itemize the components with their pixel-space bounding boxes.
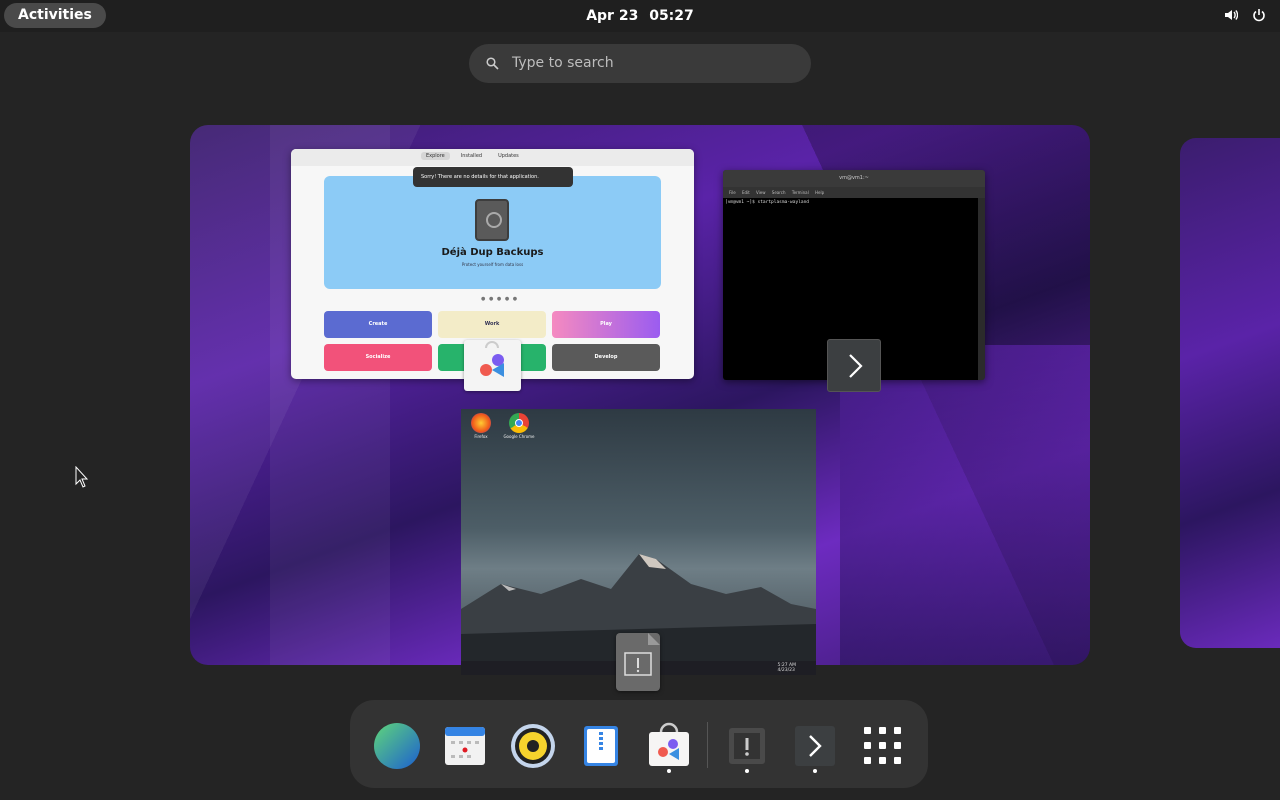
calendar-icon[interactable] [441, 722, 489, 770]
power-icon[interactable] [1252, 8, 1266, 22]
volume-icon[interactable] [1224, 8, 1238, 22]
clock-time: 05:27 [649, 8, 694, 24]
search-icon [486, 57, 499, 70]
app-grid-icon[interactable] [859, 722, 907, 770]
software-dock-icon[interactable] [645, 722, 693, 770]
featured-title: Déjà Dup Backups [441, 247, 544, 258]
error-toast: Sorry! There are no details for that app… [413, 167, 573, 187]
terminal-prompt: [vm@vm1 ~]$ startplasma-wayland [725, 200, 809, 205]
software-headerbar: Explore Installed Updates [291, 149, 694, 166]
terminal-icon [827, 339, 881, 392]
category-socialize[interactable]: Socialize [324, 344, 432, 371]
files-icon[interactable] [577, 722, 625, 770]
terminal-menubar[interactable]: File Edit View Search Terminal Help [723, 187, 985, 198]
search-entry[interactable]: Type to search [469, 44, 811, 83]
clock-date: Apr 23 [586, 8, 639, 24]
search-placeholder: Type to search [512, 55, 614, 71]
top-bar: Activities Apr 23 05:27 [0, 0, 1280, 32]
chrome-icon[interactable] [509, 413, 529, 433]
category-work[interactable]: Work [438, 311, 546, 338]
running-indicator [745, 769, 749, 773]
tab-installed[interactable]: Installed [456, 152, 487, 160]
deja-dup-icon [475, 199, 509, 241]
dock [350, 700, 928, 788]
running-indicator [813, 769, 817, 773]
firefox-icon[interactable] [471, 413, 491, 433]
featured-subtitle: Protect yourself from data loss [461, 262, 524, 267]
mouse-pointer-icon [75, 466, 89, 488]
clock[interactable]: Apr 23 05:27 [560, 0, 720, 32]
warning-dock-icon[interactable] [723, 722, 771, 770]
desktop-clock-date: 4/23/23 [777, 668, 795, 673]
tab-explore[interactable]: Explore [421, 152, 450, 160]
workspace-next[interactable] [1180, 138, 1280, 648]
featured-banner[interactable]: Déjà Dup Backups Protect yourself from d… [324, 176, 661, 289]
rhythmbox-icon[interactable] [509, 722, 557, 770]
terminal-dock-icon[interactable] [791, 722, 839, 770]
carousel-dots[interactable]: ● ● ● ● ● [481, 296, 518, 302]
tab-updates[interactable]: Updates [493, 152, 524, 160]
terminal-title: vm@vm1:~ [723, 170, 985, 187]
browser-icon[interactable] [373, 722, 421, 770]
category-create[interactable]: Create [324, 311, 432, 338]
chrome-label: Google Chrome [503, 434, 535, 439]
software-icon [464, 340, 521, 391]
category-develop[interactable]: Develop [552, 344, 660, 371]
dock-separator [707, 722, 708, 768]
warning-app-icon [616, 633, 660, 691]
firefox-label: Firefox [474, 434, 488, 439]
running-indicator [667, 769, 671, 773]
category-play[interactable]: Play [552, 311, 660, 338]
system-tray[interactable] [1224, 8, 1266, 22]
activities-button[interactable]: Activities [4, 3, 106, 28]
